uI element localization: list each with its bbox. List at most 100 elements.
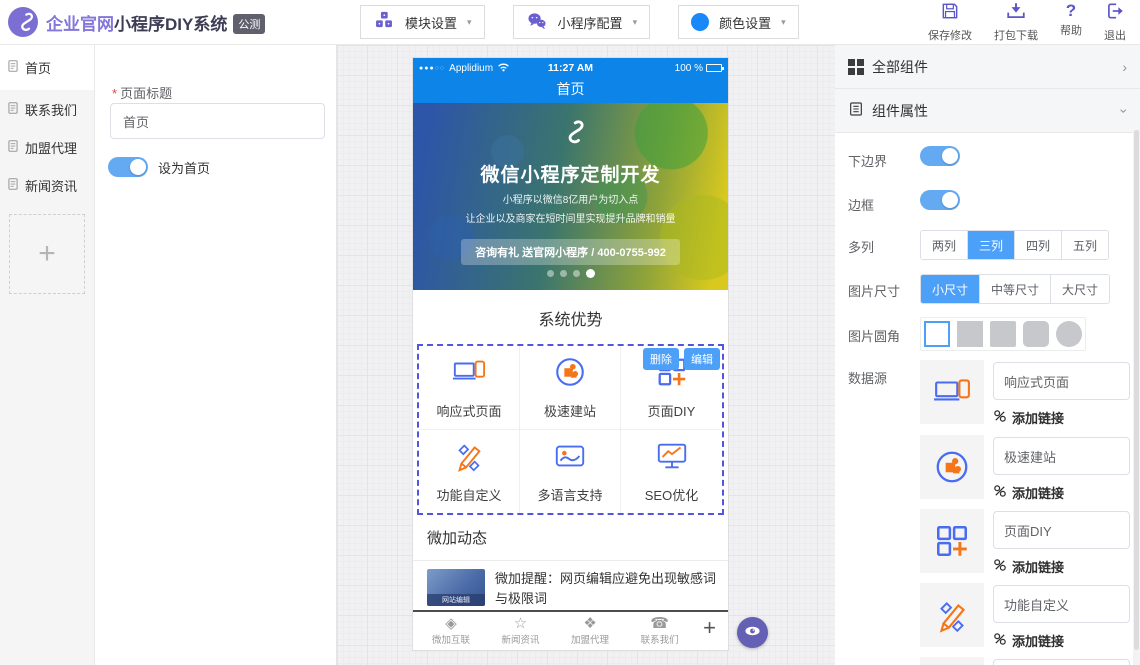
image-size-large[interactable]: 大尺寸 (1051, 275, 1109, 303)
banner-phone-pill: 咨询有礼 送官网小程序 / 400-0755-992 (461, 239, 680, 265)
datasource-tile (920, 657, 984, 665)
add-link-button[interactable]: 添加链接 (993, 483, 1064, 502)
set-home-row: 设为首页 (108, 157, 210, 177)
columns-label: 多列 (848, 237, 874, 256)
radius-option-square[interactable] (924, 321, 950, 347)
component-props-label: 组件属性 (872, 101, 928, 121)
save-button[interactable]: 保存修改 (928, 1, 972, 43)
cubes-icon (373, 10, 395, 35)
border-toggle[interactable] (920, 190, 960, 210)
tab-contact[interactable]: ☎ 联系我们 (634, 616, 686, 646)
sidebar-item-agent[interactable]: 加盟代理 (0, 128, 94, 166)
datasource-title-input[interactable] (993, 362, 1130, 400)
components-grid-icon (848, 59, 864, 75)
save-icon (940, 1, 960, 26)
page-title-input[interactable] (110, 103, 325, 139)
datasource-title-input[interactable] (993, 437, 1130, 475)
datasource-title-input[interactable] (993, 511, 1130, 549)
phone-preview: ●●●○○ Applidium 11:27 AM 100 % 首页 微信小程序定… (413, 58, 728, 650)
top-header: 企业官网小程序DIY系统公测 模块设置 ▾ 小程序配置 ▾ 颜色设置 ▾ 保存修… (0, 0, 1140, 45)
link-icon (993, 632, 1007, 649)
columns-option-5[interactable]: 五列 (1062, 231, 1108, 259)
chevron-down-icon: ▾ (467, 17, 472, 28)
sidebar-item-news[interactable]: 新闻资讯 (0, 166, 94, 204)
brand-diamond-icon: ◈ (445, 616, 457, 632)
inspector-scrollbar[interactable] (1133, 130, 1140, 665)
banner-carousel[interactable]: 微信小程序定制开发 小程序以微信8亿用户为切入点 让企业以及商家在短时间里实现提… (413, 103, 728, 290)
color-settings-label: 颜色设置 (719, 13, 771, 32)
page-list-sidebar: 首页 联系我们 加盟代理 新闻资讯 + (0, 45, 95, 665)
miniprogram-config-button[interactable]: 小程序配置 ▾ (513, 5, 651, 39)
component-props-header[interactable]: 组件属性 › (835, 89, 1140, 133)
tab-brand[interactable]: ◈ 微加互联 (425, 616, 477, 646)
columns-option-3[interactable]: 三列 (968, 231, 1015, 259)
help-icon: ? (1066, 1, 1076, 21)
color-circle-icon (691, 13, 709, 31)
feature-cell-responsive[interactable]: 响应式页面 (419, 346, 520, 430)
module-settings-button[interactable]: 模块设置 ▾ (360, 5, 485, 39)
tabbar-add-button[interactable]: + (703, 615, 716, 647)
banner-logo-icon (413, 117, 728, 152)
tab-news[interactable]: ☆ 新闻资讯 (495, 616, 547, 646)
image-size-small[interactable]: 小尺寸 (921, 275, 980, 303)
toggle-knob (130, 159, 146, 175)
help-button[interactable]: ? 帮助 (1060, 1, 1082, 43)
selected-component-outline[interactable]: 响应式页面 极速建站 页面DIY 功能自定义 多语言支持 (417, 344, 724, 515)
app-title-secondary: 小程序DIY系统 (114, 15, 227, 34)
bottom-border-toggle[interactable] (920, 146, 960, 166)
list-icon (848, 101, 864, 120)
sidebar-item-label: 新闻资讯 (25, 176, 77, 195)
feature-cell-custom[interactable]: 功能自定义 (419, 430, 520, 513)
tags-icon: ❖ (583, 616, 596, 632)
selection-badges: 删除 编辑 (643, 348, 720, 370)
banner-subtitle-1: 小程序以微信8亿用户为切入点 (413, 191, 728, 206)
feature-cell-multilang[interactable]: 多语言支持 (520, 430, 621, 513)
image-icon (553, 439, 587, 478)
image-size-medium[interactable]: 中等尺寸 (980, 275, 1051, 303)
image-size-label: 图片尺寸 (848, 281, 900, 300)
add-link-button[interactable]: 添加链接 (993, 408, 1064, 427)
add-page-button[interactable]: + (9, 214, 85, 294)
feature-cell-seo[interactable]: SEO优化 (621, 430, 722, 513)
add-link-button[interactable]: 添加链接 (993, 557, 1064, 576)
design-canvas: ●●●○○ Applidium 11:27 AM 100 % 首页 微信小程序定… (337, 45, 835, 665)
phone-nav-title: 首页 (413, 78, 728, 103)
download-icon (1006, 1, 1026, 26)
feature-cell-fastbuild[interactable]: 极速建站 (520, 346, 621, 430)
page-icon (6, 139, 20, 156)
tab-agent[interactable]: ❖ 加盟代理 (564, 616, 616, 646)
monitor-chart-icon (655, 439, 689, 478)
carrier-label: Applidium (449, 63, 493, 74)
responsive-icon (920, 360, 984, 424)
news-thumb-caption: 网站编辑 (427, 594, 485, 606)
scrollbar-thumb[interactable] (1134, 130, 1139, 650)
sidebar-item-label: 加盟代理 (25, 138, 77, 157)
miniprogram-config-label: 小程序配置 (558, 13, 623, 32)
sidebar-item-contact[interactable]: 联系我们 (0, 90, 94, 128)
columns-option-2[interactable]: 两列 (921, 231, 968, 259)
color-settings-button[interactable]: 颜色设置 ▾ (678, 5, 799, 39)
sidebar-item-home[interactable]: 首页 (0, 45, 94, 90)
radius-option-circle[interactable] (1056, 321, 1082, 347)
datasource-title-input[interactable] (993, 659, 1130, 665)
set-home-toggle[interactable] (108, 157, 148, 177)
delete-component-button[interactable]: 删除 (643, 348, 679, 370)
plus-icon: + (38, 237, 56, 271)
edit-component-button[interactable]: 编辑 (684, 348, 720, 370)
phone-tabbar: ◈ 微加互联 ☆ 新闻资讯 ❖ 加盟代理 ☎ 联系我们 + (413, 610, 728, 650)
wechat-icon (526, 10, 548, 35)
radius-option-more-rounded[interactable] (1023, 321, 1049, 347)
radius-option-rounded[interactable] (990, 321, 1016, 347)
banner-title: 微信小程序定制开发 (413, 160, 728, 187)
columns-option-4[interactable]: 四列 (1015, 231, 1062, 259)
download-button[interactable]: 打包下载 (994, 1, 1038, 43)
image-radius-label: 图片圆角 (848, 326, 900, 345)
preview-eye-button[interactable] (737, 617, 768, 648)
all-components-header[interactable]: 全部组件 › (835, 45, 1140, 89)
news-list-item[interactable]: 网站编辑 微加提醒：网页编辑应避免出现敏感词与极限词 (413, 561, 728, 610)
all-components-label: 全部组件 (872, 57, 928, 77)
exit-button[interactable]: 退出 (1104, 1, 1126, 43)
radius-option-slight[interactable] (957, 321, 983, 347)
datasource-title-input[interactable] (993, 585, 1130, 623)
add-link-button[interactable]: 添加链接 (993, 631, 1064, 650)
